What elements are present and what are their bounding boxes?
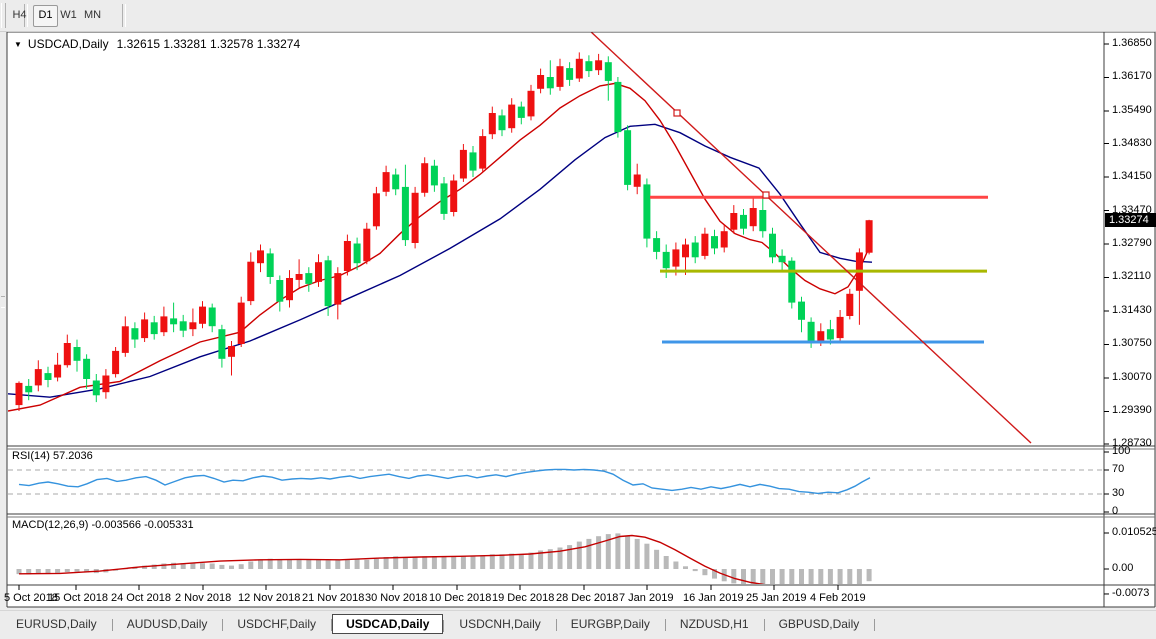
chart-tab-nzdusd[interactable]: NZDUSD,H1 (666, 614, 763, 634)
rsi-scale-label: 100 (1112, 445, 1156, 457)
chart-tab-gbpusd[interactable]: GBPUSD,Daily (765, 614, 874, 634)
price-tick-label: 1.36170 (1112, 70, 1156, 82)
macd-scale-label: -0.0073 (1112, 587, 1156, 599)
timeframe-button-h4[interactable]: H4 (8, 5, 31, 25)
mt4-terminal: H4D1W1MN ▼ USDCAD,Daily 1.32615 1.33281 1.… (0, 0, 1156, 639)
price-tick-label: 1.35490 (1112, 104, 1156, 116)
price-tick-label: 1.34830 (1112, 137, 1156, 149)
chart-tab-eurusd[interactable]: EURUSD,Daily (2, 614, 111, 634)
chart-tab-audusd[interactable]: AUDUSD,Daily (113, 614, 222, 634)
price-tick-label: 1.29390 (1112, 404, 1156, 416)
rsi-scale-label: 30 (1112, 487, 1156, 499)
timeframe-button-d1[interactable]: D1 (33, 5, 58, 27)
date-tick-label: 28 Dec 2018 (556, 592, 618, 604)
date-tick-label: 7 Jan 2019 (619, 592, 673, 604)
price-tick-label: 1.34150 (1112, 170, 1156, 182)
symbol-name: USDCAD,Daily (28, 37, 109, 51)
timeframe-button-mn[interactable]: MN (81, 5, 104, 25)
chart-tab-eurgbp[interactable]: EURGBP,Daily (557, 614, 664, 634)
macd-scale-label: 0.010525 (1112, 526, 1156, 538)
date-tick-label: 24 Oct 2018 (111, 592, 171, 604)
current-price-badge: 1.33274 (1105, 213, 1156, 227)
chart-symbol-label: ▼ USDCAD,Daily 1.32615 1.33281 1.32578 1.3… (14, 37, 300, 51)
rsi-indicator-label: RSI(14) 57.2036 (12, 450, 93, 462)
price-tick-label: 1.32790 (1112, 237, 1156, 249)
date-tick-label: 16 Jan 2019 (683, 592, 744, 604)
date-tick-label: 2 Nov 2018 (175, 592, 231, 604)
chart-tab-usdchf[interactable]: USDCHF,Daily (223, 614, 330, 634)
timeframe-button-w1[interactable]: W1 (57, 5, 80, 25)
date-tick-label: 25 Jan 2019 (746, 592, 807, 604)
ohlc-quote-text: 1.32615 1.33281 1.32578 1.33274 (117, 37, 301, 51)
date-tick-label: 30 Nov 2018 (365, 592, 427, 604)
chart-tabs: EURUSD,DailyAUDUSD,DailyUSDCHF,DailyUSDC… (0, 610, 1156, 636)
date-tick-label: 10 Dec 2018 (429, 592, 491, 604)
toolbar-drag-handle[interactable] (1, 3, 6, 28)
price-tick-label: 1.32110 (1112, 270, 1156, 282)
price-tick-label: 1.31430 (1112, 304, 1156, 316)
window-splitter-mark[interactable] (1, 296, 5, 308)
toolbar-separator-right (122, 4, 126, 27)
price-tick-label: 1.36850 (1112, 37, 1156, 49)
macd-indicator-label: MACD(12,26,9) -0.003566 -0.005331 (12, 519, 194, 531)
symbol-dropdown-arrow[interactable]: ▼ (14, 40, 22, 49)
macd-scale-label: 0.00 (1112, 562, 1156, 574)
timeframe-toolbar: H4D1W1MN (0, 0, 1156, 32)
price-tick-label: 1.30070 (1112, 371, 1156, 383)
chart-tab-usdcnh[interactable]: USDCNH,Daily (445, 614, 554, 634)
date-tick-label: 15 Oct 2018 (48, 592, 108, 604)
date-tick-label: 12 Nov 2018 (238, 592, 300, 604)
chart-graphics[interactable] (0, 0, 1156, 639)
date-tick-label: 19 Dec 2018 (492, 592, 554, 604)
price-tick-label: 1.30750 (1112, 337, 1156, 349)
chart-tab-usdcad[interactable]: USDCAD,Daily (332, 614, 443, 634)
date-tick-label: 4 Feb 2019 (810, 592, 866, 604)
rsi-scale-label: 70 (1112, 463, 1156, 475)
rsi-scale-label: 0 (1112, 505, 1156, 517)
date-tick-label: 21 Nov 2018 (302, 592, 364, 604)
